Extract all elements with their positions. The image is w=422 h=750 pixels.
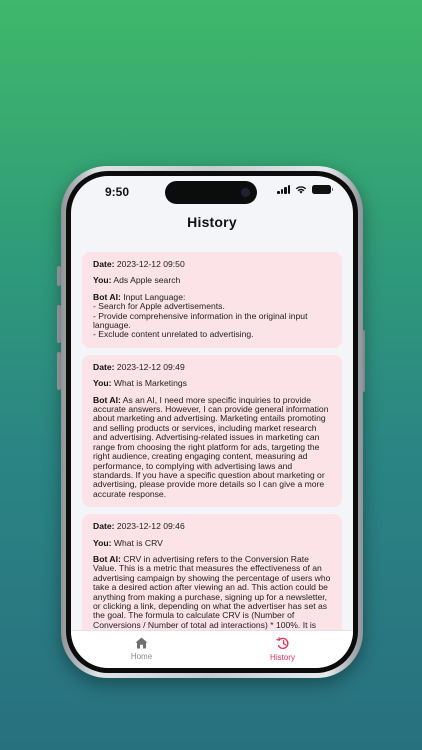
you-label: You: [93,275,112,286]
status-icons [277,185,333,194]
history-card[interactable]: Date: 2023-12-12 09:49 You: What is Mark… [82,354,342,508]
history-date: 2023-12-12 09:50 [116,259,185,269]
tab-bar: Home History [71,630,353,668]
tab-history[interactable]: History [212,631,353,668]
bot-response: As an AI, I need more specific inquiries… [93,394,329,499]
date-label: Date: [93,361,115,372]
date-label: Date: [93,521,115,532]
history-card[interactable]: Date: 2023-12-12 09:46 You: What is CRV … [82,514,342,634]
bot-response: Input Language: - Search for Apple adver… [93,291,308,340]
user-query: Ads Apple search [113,275,181,286]
dynamic-island [165,181,257,204]
tab-home[interactable]: Home [71,631,212,668]
tab-home-label: Home [130,652,153,661]
page-title: History [187,214,237,230]
wifi-icon [295,186,307,194]
history-list[interactable]: Date: 2023-12-12 09:50 You: Ads Apple se… [71,252,353,634]
you-label: You: [93,378,112,389]
bot-response: CRV in advertising refers to the Convers… [93,553,331,634]
date-label: Date: [93,259,115,269]
status-time: 9:50 [105,185,130,199]
user-query: What is CRV [113,537,163,548]
history-icon [275,637,288,650]
user-query: What is Marketings [113,378,187,389]
status-bar: 9:50 [71,176,353,210]
history-card[interactable]: Date: 2023-12-12 09:50 You: Ads Apple se… [82,252,342,348]
tab-history-label: History [270,653,295,662]
history-date: 2023-12-12 09:49 [116,361,185,372]
cellular-signal-icon [277,185,290,194]
phone-screen: 9:50 History Date: 2023-12-12 09:50 You:… [71,176,353,668]
home-icon [135,637,148,649]
you-label: You: [93,537,112,548]
front-camera-icon [241,188,250,197]
battery-icon [312,185,333,194]
history-date: 2023-12-12 09:46 [116,521,185,532]
